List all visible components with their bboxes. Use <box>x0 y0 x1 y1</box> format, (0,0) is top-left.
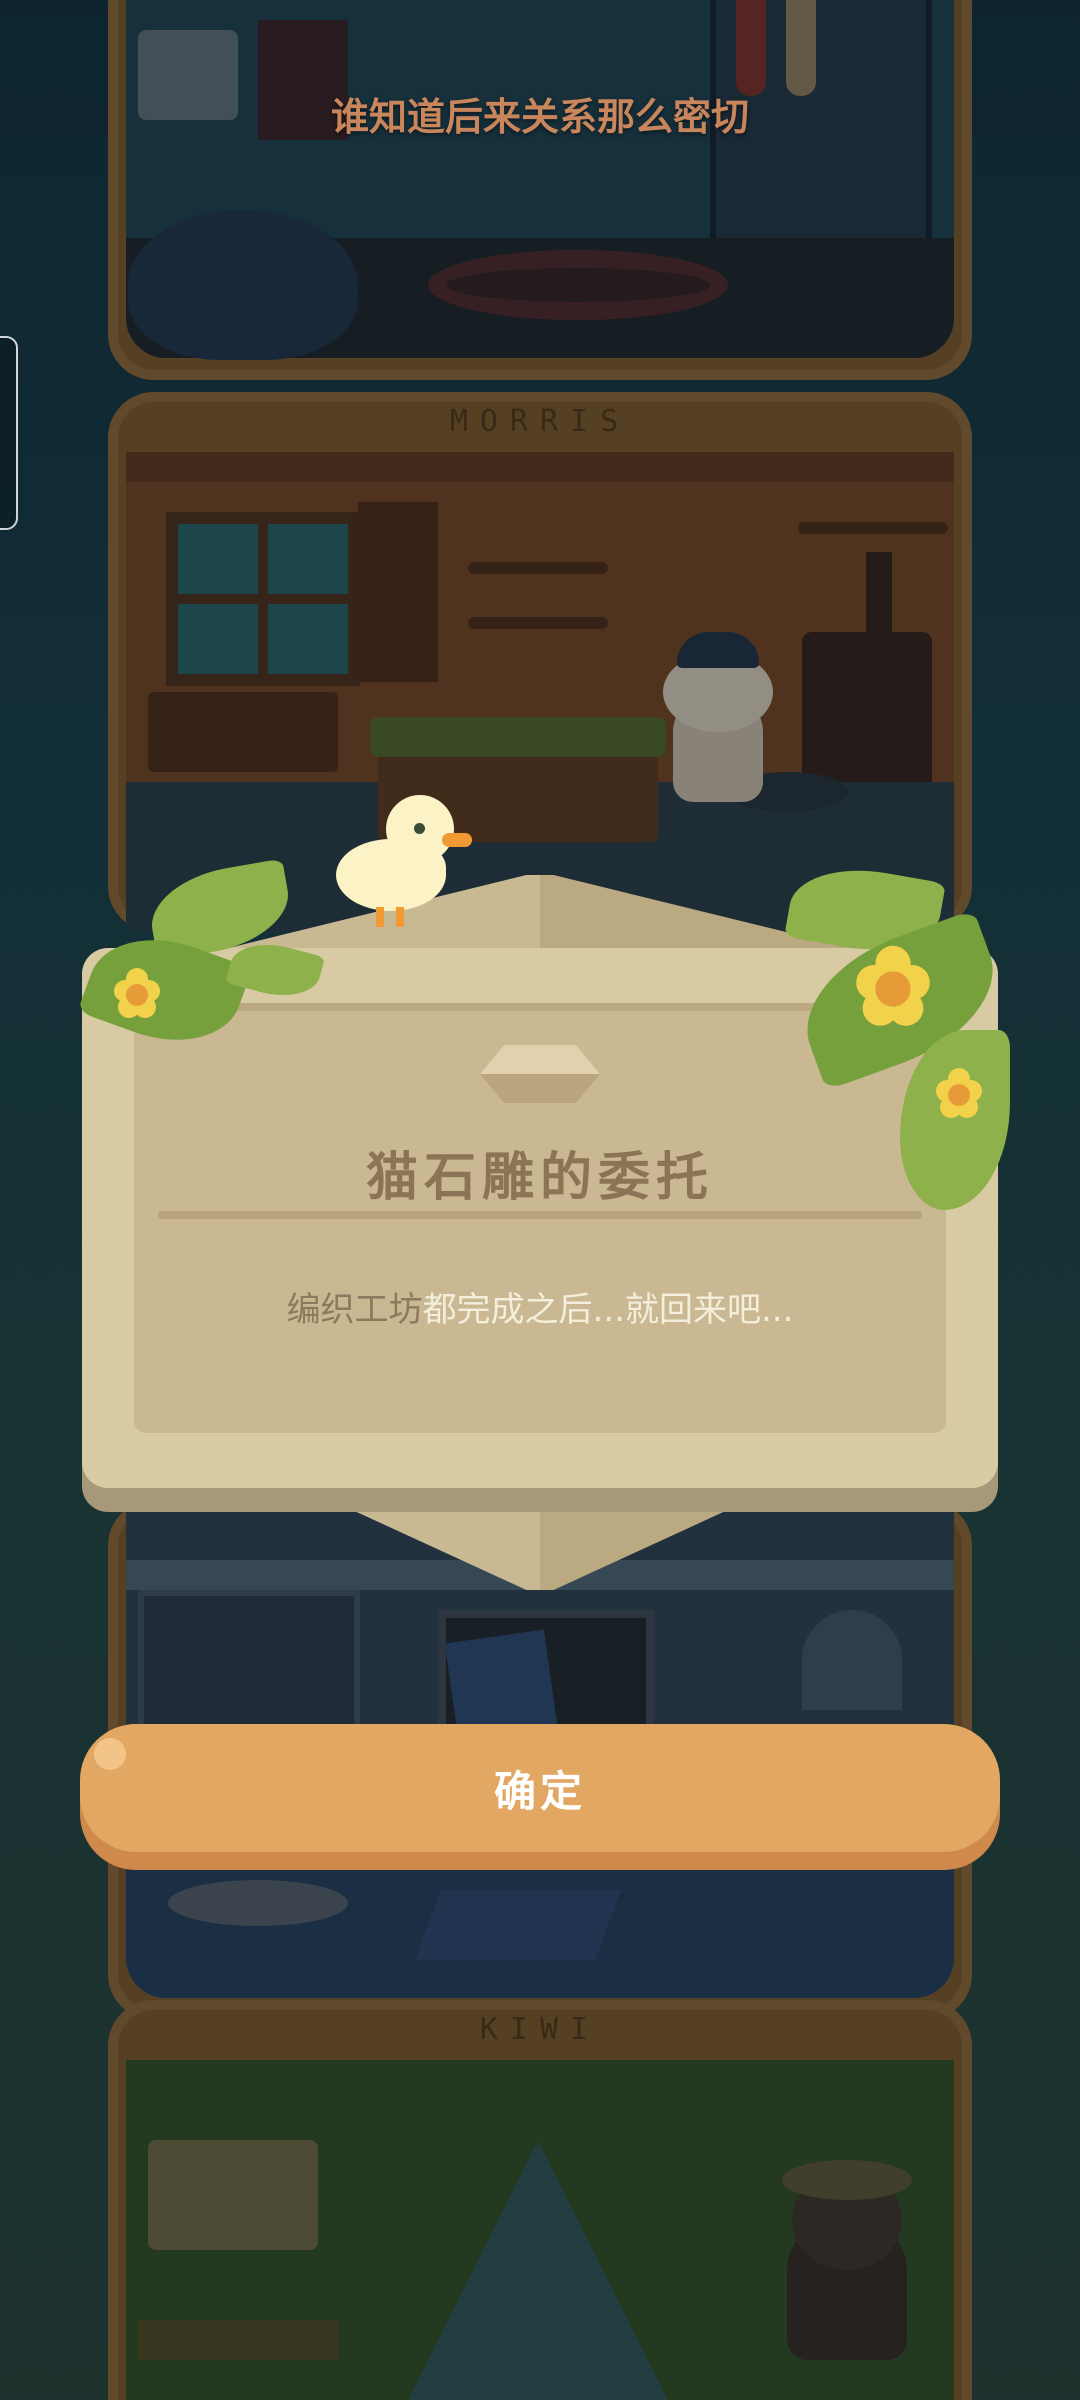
diamond-ornament-icon <box>480 1045 600 1103</box>
dialog-message: 编织工坊都完成之后...就回来吧... <box>134 1282 946 1331</box>
duck-mascot <box>330 795 472 927</box>
side-edge-tab[interactable] <box>0 336 18 530</box>
flower-icon <box>936 1068 982 1118</box>
dialog-message-text: 都完成之后...就回来吧... <box>422 1290 794 1330</box>
dialog-message-muted: 编织工坊 <box>286 1290 423 1330</box>
title-divider <box>158 1211 922 1219</box>
button-highlight <box>94 1738 126 1770</box>
story-caption: 谁知道后来关系那么密切 <box>330 95 749 139</box>
confirm-button[interactable]: 确定 <box>80 1724 1000 1852</box>
dialog-title: 猫石雕的委托 <box>365 1148 714 1208</box>
flower-icon <box>856 945 930 1026</box>
flower-icon <box>114 968 160 1018</box>
